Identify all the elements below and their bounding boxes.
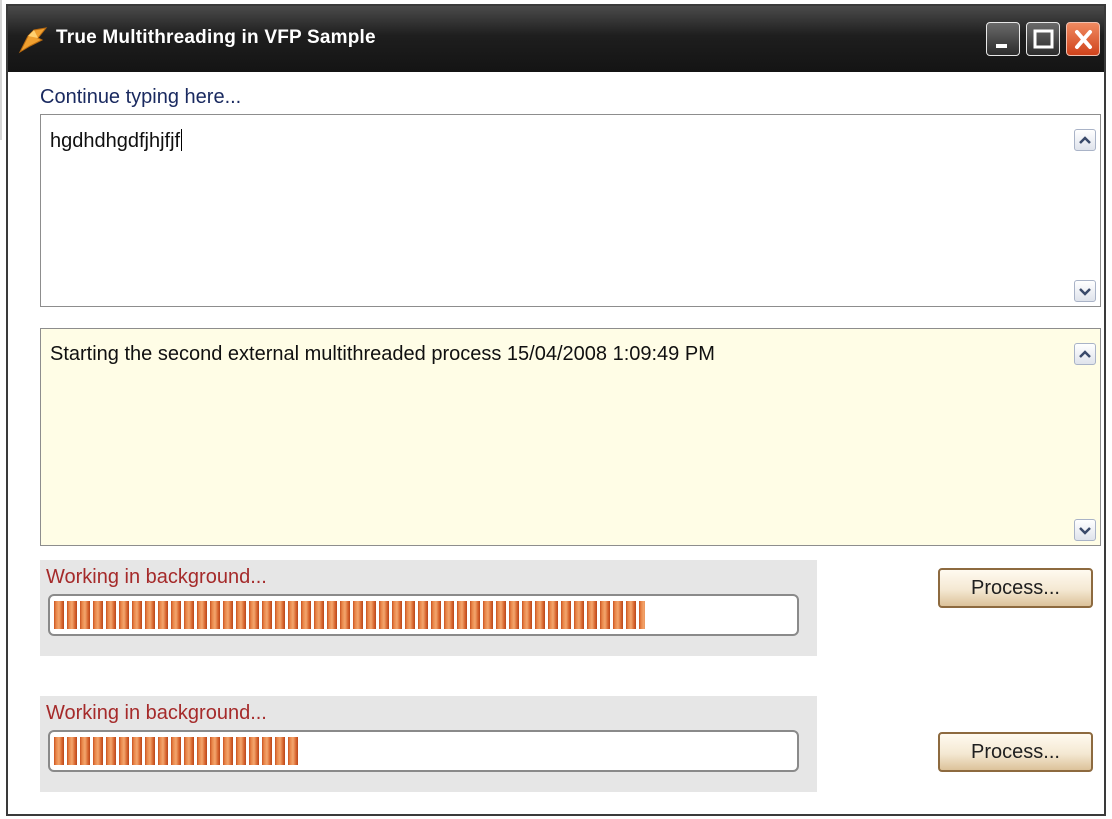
text-caret	[181, 129, 183, 151]
window-title: True Multithreading in VFP Sample	[56, 27, 376, 48]
chevron-up-icon	[1079, 350, 1091, 358]
process-button[interactable]: Process...	[938, 568, 1093, 608]
input-label: Continue typing here...	[40, 86, 242, 108]
chevron-down-icon	[1079, 288, 1091, 296]
title-bar[interactable]: True Multithreading in VFP Sample	[8, 6, 1104, 72]
status-label: Working in background...	[46, 566, 267, 588]
progress-bar	[48, 594, 799, 636]
desktop-edge	[0, 0, 4, 819]
log-scroll-up-button[interactable]	[1074, 343, 1096, 365]
close-button[interactable]	[1066, 22, 1100, 56]
typing-text: hgdhdhgdfjhjfjf	[50, 129, 183, 152]
log-scroll-down-button[interactable]	[1074, 519, 1096, 541]
progress-fill	[54, 737, 298, 765]
status-label: Working in background...	[46, 702, 267, 724]
typing-textarea[interactable]: hgdhdhgdfjhjfjf	[40, 114, 1101, 307]
process-panel-2: Working in background...	[40, 696, 817, 792]
close-icon	[1075, 30, 1092, 49]
maximize-button[interactable]	[1026, 22, 1060, 56]
log-text: Starting the second external multithread…	[50, 343, 715, 365]
app-window: True Multithreading in VFP Sample Contin…	[6, 4, 1106, 816]
maximize-icon	[1033, 29, 1054, 49]
progress-bar	[48, 730, 799, 772]
process-button[interactable]: Process...	[938, 732, 1093, 772]
log-textarea[interactable]: Starting the second external multithread…	[40, 328, 1101, 546]
minimize-icon	[996, 44, 1007, 48]
chevron-down-icon	[1079, 527, 1091, 535]
scroll-up-button[interactable]	[1074, 129, 1096, 151]
scroll-down-button[interactable]	[1074, 280, 1096, 302]
process-panel-1: Working in background...	[40, 560, 817, 656]
progress-fill	[54, 601, 645, 629]
minimize-button[interactable]	[986, 22, 1020, 56]
chevron-up-icon	[1079, 136, 1091, 144]
app-icon	[18, 26, 48, 54]
